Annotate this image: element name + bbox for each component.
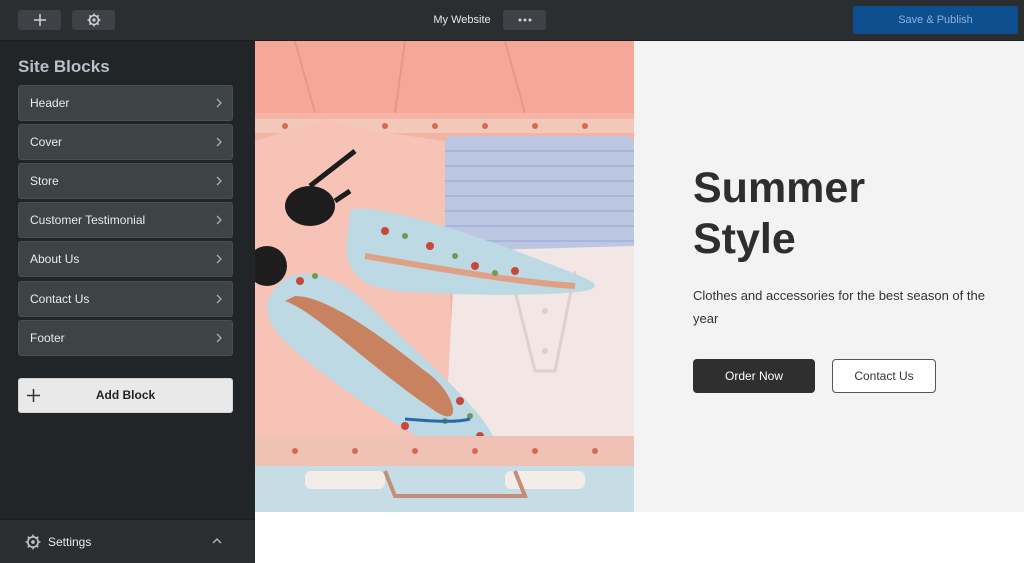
hero-title: Summer Style bbox=[693, 163, 1013, 265]
contact-us-button[interactable]: Contact Us bbox=[832, 359, 936, 393]
hero-panel: Summer Style Clothes and accessories for… bbox=[634, 41, 1024, 512]
top-toolbar: My Website Save & Publish bbox=[0, 0, 1024, 41]
add-button[interactable] bbox=[18, 10, 61, 30]
order-now-button[interactable]: Order Now bbox=[693, 359, 815, 393]
block-item-label: Footer bbox=[30, 331, 65, 345]
sidebar: Site Blocks Header Cover Store Customer … bbox=[0, 41, 255, 563]
add-block-button[interactable]: Add Block bbox=[18, 378, 233, 413]
block-item-customer-testimonial[interactable]: Customer Testimonial bbox=[18, 202, 233, 238]
block-item-about-us[interactable]: About Us bbox=[18, 241, 233, 277]
page-preview: Summer Style Clothes and accessories for… bbox=[255, 41, 1024, 563]
block-item-header[interactable]: Header bbox=[18, 85, 233, 121]
block-item-store[interactable]: Store bbox=[18, 163, 233, 199]
block-item-cover[interactable]: Cover bbox=[18, 124, 233, 160]
ellipsis-icon bbox=[518, 18, 531, 22]
block-item-contact-us[interactable]: Contact Us bbox=[18, 281, 233, 317]
sidebar-title: Site Blocks bbox=[18, 57, 110, 76]
gear-icon bbox=[87, 13, 100, 27]
settings-label: Settings bbox=[48, 535, 92, 549]
add-block-label: Add Block bbox=[95, 388, 156, 402]
chevron-right-icon bbox=[216, 176, 222, 186]
plus-icon bbox=[33, 14, 46, 26]
chevron-up-icon bbox=[212, 538, 222, 544]
gear-icon bbox=[25, 534, 41, 550]
hero-title-line-2: Style bbox=[693, 215, 796, 263]
hero-subtitle: Clothes and accessories for the best sea… bbox=[693, 288, 985, 326]
block-item-label: About Us bbox=[30, 252, 80, 266]
chevron-right-icon bbox=[216, 98, 222, 108]
block-item-label: Store bbox=[30, 174, 59, 188]
block-item-label: Customer Testimonial bbox=[30, 213, 146, 227]
chevron-right-icon bbox=[216, 254, 222, 264]
block-item-label: Contact Us bbox=[30, 292, 90, 306]
chevron-right-icon bbox=[216, 137, 222, 147]
more-options-button[interactable] bbox=[503, 10, 546, 30]
block-item-label: Header bbox=[30, 96, 70, 110]
block-item-label: Cover bbox=[30, 135, 63, 149]
site-name[interactable]: My Website bbox=[420, 12, 504, 28]
hero-image bbox=[255, 41, 634, 512]
save-publish-button[interactable]: Save & Publish bbox=[853, 6, 1018, 34]
chevron-right-icon bbox=[216, 333, 222, 343]
block-item-footer[interactable]: Footer bbox=[18, 320, 233, 356]
chevron-right-icon bbox=[216, 294, 222, 304]
chevron-right-icon bbox=[216, 215, 222, 225]
suitcase-shoes-photo bbox=[255, 41, 634, 512]
settings-bar[interactable]: Settings bbox=[0, 519, 255, 563]
settings-button[interactable] bbox=[72, 10, 115, 30]
hero-title-line-1: Summer bbox=[693, 164, 866, 212]
